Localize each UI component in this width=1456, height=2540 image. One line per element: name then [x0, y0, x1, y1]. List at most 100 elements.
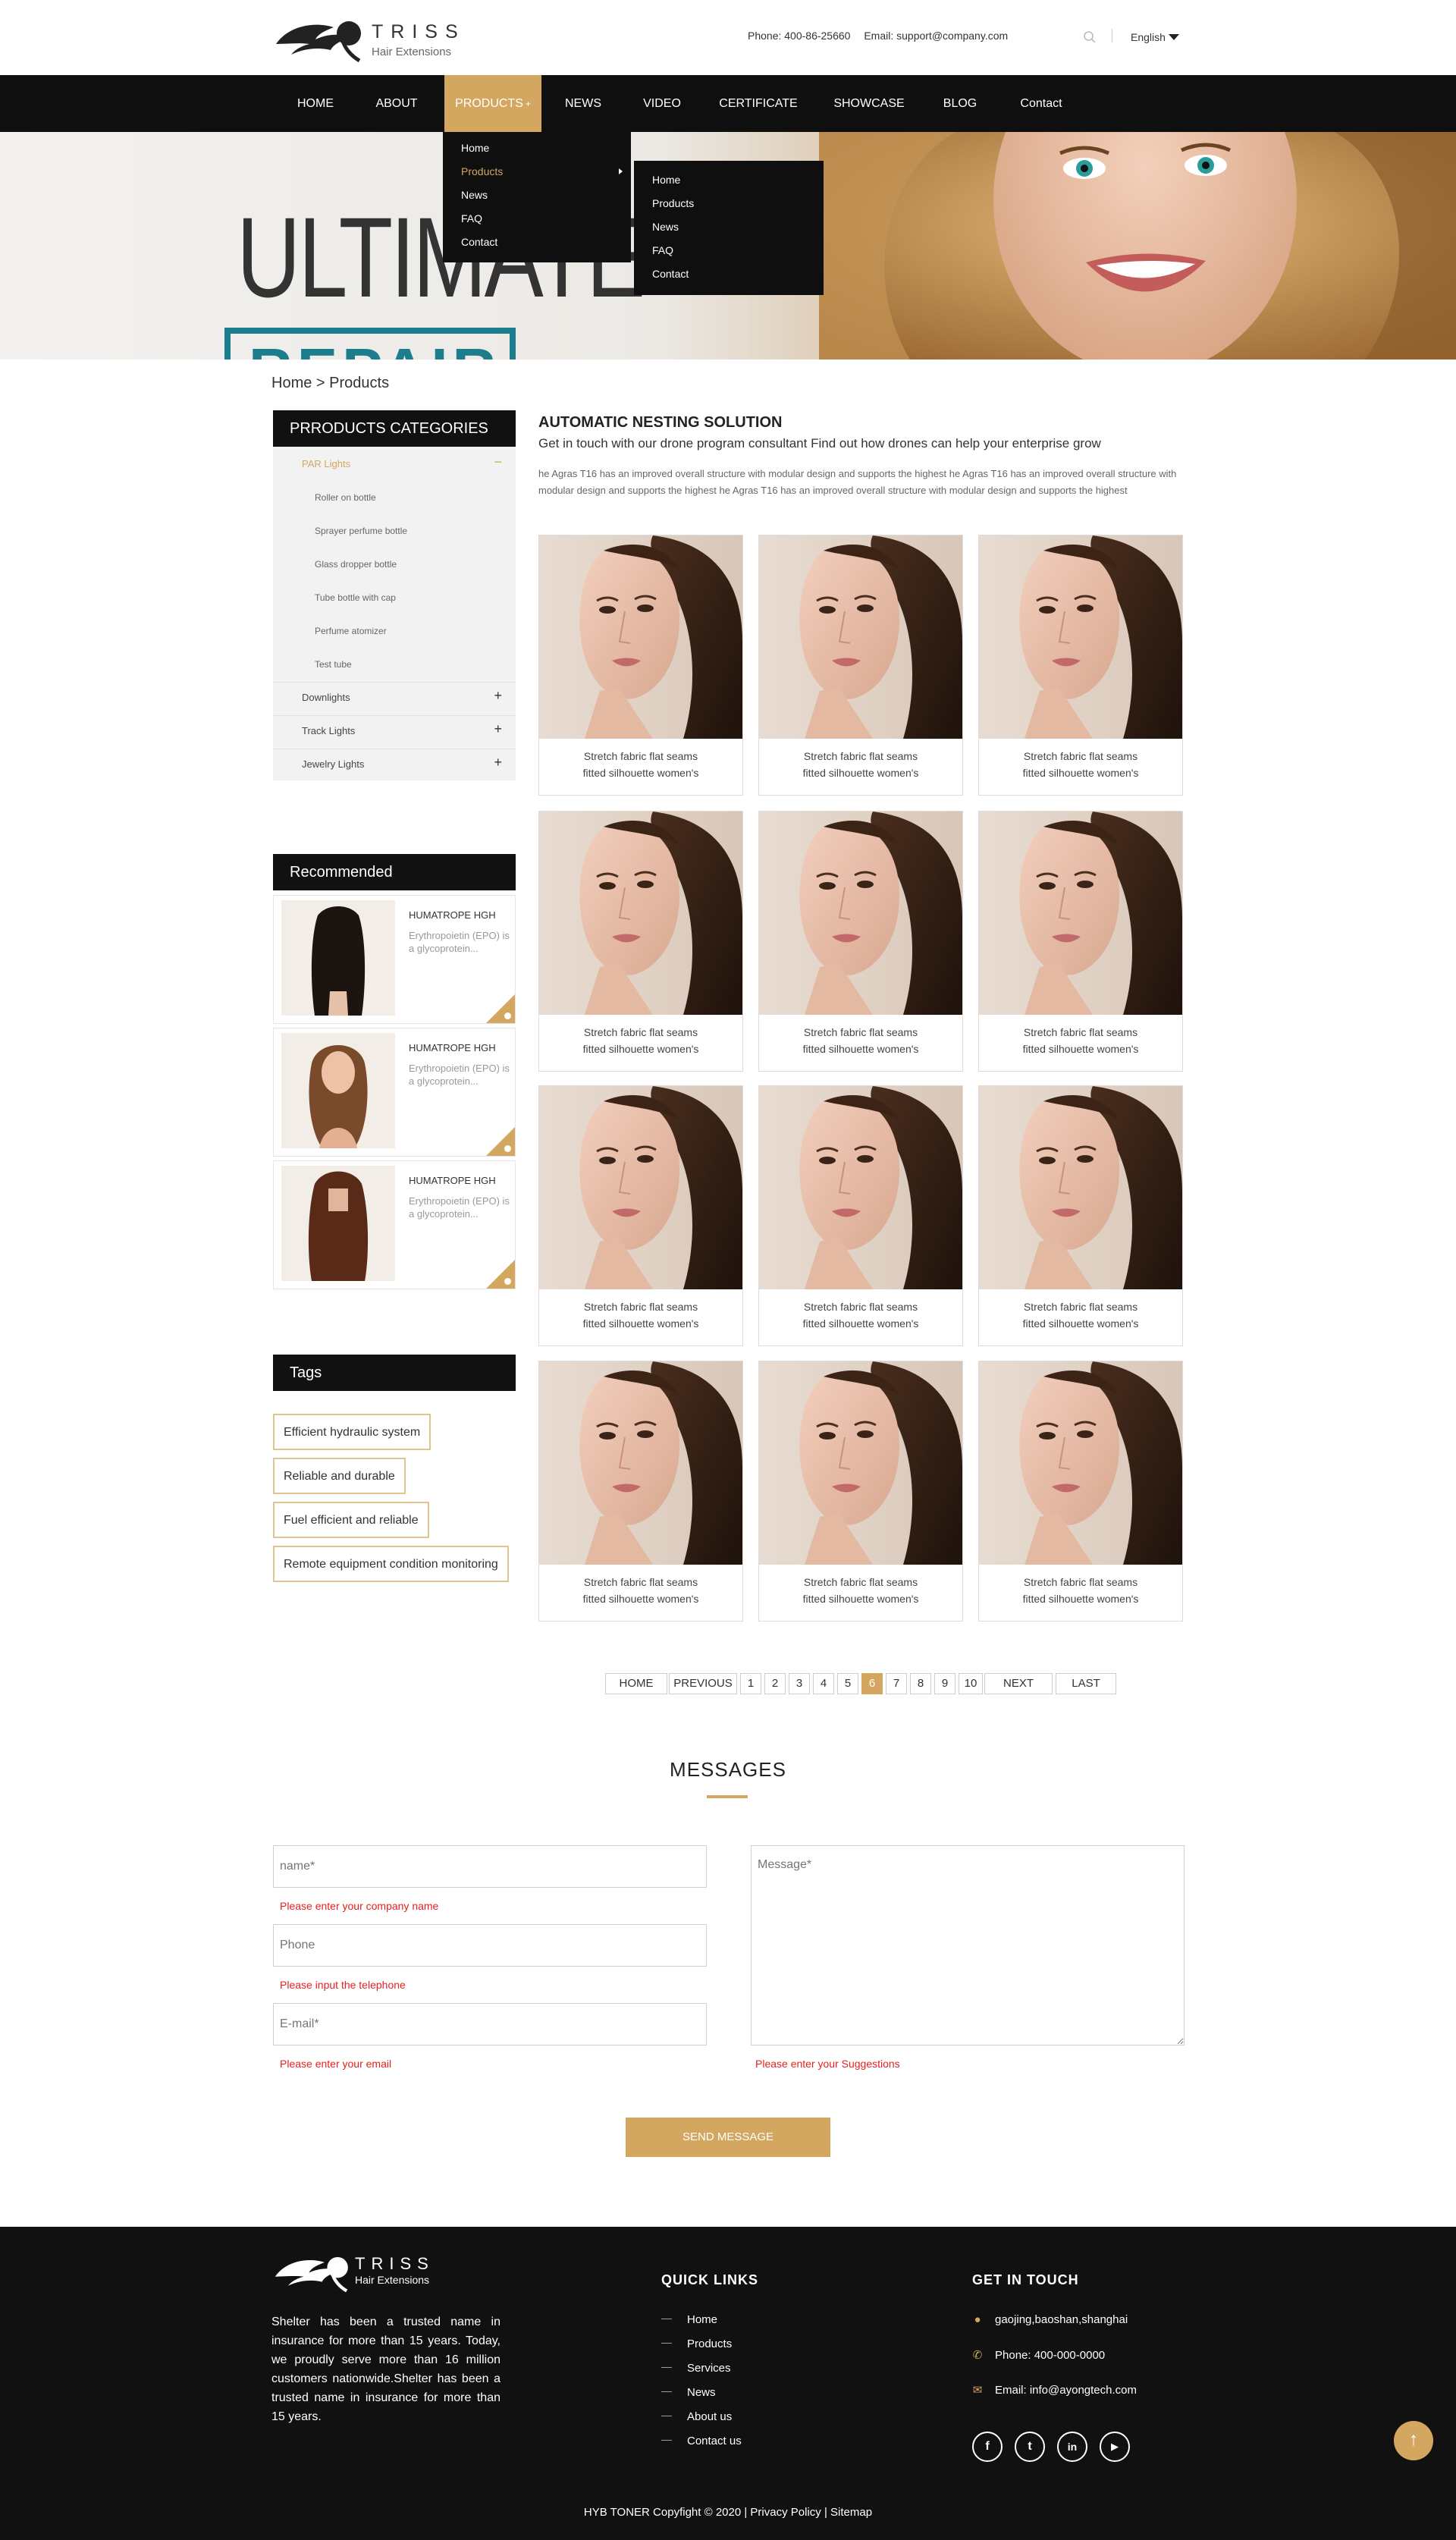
tag[interactable]: Fuel efficient and reliable [273, 1502, 429, 1538]
linkedin-icon[interactable]: in [1057, 2432, 1087, 2462]
dropdown-item-news[interactable]: News [461, 189, 488, 201]
plus-icon[interactable]: + [494, 688, 502, 704]
facebook-icon[interactable]: f [972, 2432, 1003, 2462]
product-card[interactable]: Stretch fabric flat seams fitted silhouet… [758, 811, 963, 1072]
breadcrumb[interactable]: Home > Products [271, 375, 389, 392]
logo[interactable]: TRISS Hair Extensions [273, 11, 458, 64]
logo-silhouette-icon [275, 2257, 348, 2293]
nav-home[interactable]: HOME [283, 75, 348, 132]
pagination-page[interactable]: 8 [910, 1673, 931, 1694]
subcategory-item[interactable]: Test tube [315, 659, 352, 670]
pagination-page[interactable]: 5 [837, 1673, 858, 1694]
pagination-page-current[interactable]: 6 [861, 1673, 883, 1694]
site-header: TRISS Hair Extensions Phone: 400-86-2566… [0, 0, 1456, 75]
plus-icon[interactable]: + [494, 721, 502, 737]
plus-icon[interactable]: + [494, 755, 502, 771]
category-downlights[interactable]: Downlights [302, 692, 350, 703]
pagination-page[interactable]: 1 [740, 1673, 761, 1694]
footer-link-contact[interactable]: Contact us [661, 2435, 742, 2447]
dropdown-item-products[interactable]: Products [461, 165, 503, 177]
nav-blog[interactable]: BLOG [930, 75, 990, 132]
footer-link-news[interactable]: News [661, 2386, 716, 2399]
search-icon[interactable] [1083, 30, 1097, 44]
product-caption-line: fitted silhouette women's [1022, 1593, 1139, 1605]
product-caption: Stretch fabric flat seams fitted silhouet… [979, 1298, 1182, 1332]
tag[interactable]: Reliable and durable [273, 1458, 406, 1494]
tag[interactable]: Remote equipment condition monitoring [273, 1546, 509, 1582]
category-jewelry-lights[interactable]: Jewelry Lights [302, 758, 364, 770]
nav-contact[interactable]: Contact [1009, 75, 1074, 132]
pagination-page[interactable]: 9 [934, 1673, 956, 1694]
submenu-item-home[interactable]: Home [652, 174, 680, 186]
category-track-lights[interactable]: Track Lights [302, 725, 355, 736]
recommended-card[interactable]: HUMATROPE HGH Erythropoietin (EPO) is a … [273, 895, 516, 1024]
product-card[interactable]: Stretch fabric flat seams fitted silhouet… [538, 811, 743, 1072]
dropdown-item-home[interactable]: Home [461, 142, 489, 154]
pagination-page[interactable]: 2 [764, 1673, 786, 1694]
pagination-home[interactable]: HOME [605, 1673, 667, 1694]
collapse-icon[interactable]: − [494, 454, 502, 470]
nav-about[interactable]: ABOUT [364, 75, 429, 132]
submenu-item-contact[interactable]: Contact [652, 268, 689, 280]
footer-brand: TRISS [355, 2254, 435, 2273]
pagination-previous[interactable]: PREVIOUS [669, 1673, 737, 1694]
tag[interactable]: Efficient hydraulic system [273, 1414, 431, 1450]
category-par-lights[interactable]: PAR Lights [302, 458, 350, 469]
subcategory-item[interactable]: Roller on bottle [315, 492, 376, 503]
product-card[interactable]: Stretch fabric flat seams fitted silhouet… [978, 811, 1183, 1072]
product-card[interactable]: Stretch fabric flat seams fitted silhouet… [538, 1361, 743, 1622]
pagination-last[interactable]: LAST [1056, 1673, 1116, 1694]
recommended-card[interactable]: HUMATROPE HGH Erythropoietin (EPO) is a … [273, 1028, 516, 1157]
pagination-page[interactable]: 7 [886, 1673, 907, 1694]
subcategory-item[interactable]: Tube bottle with cap [315, 592, 396, 603]
product-card[interactable]: Stretch fabric flat seams fitted silhouet… [978, 1361, 1183, 1622]
messages-title: MESSAGES [670, 1758, 786, 1781]
copyright: HYB TONER Copyfight © 2020 | Privacy Pol… [0, 2506, 1456, 2519]
pagination-page[interactable]: 3 [789, 1673, 810, 1694]
subcategory-item[interactable]: Perfume atomizer [315, 626, 387, 636]
pagination-page[interactable]: 10 [959, 1673, 983, 1694]
product-caption: Stretch fabric flat seams fitted silhouet… [539, 1298, 742, 1332]
product-card[interactable]: Stretch fabric flat seams fitted silhouet… [978, 1085, 1183, 1346]
footer-link-about[interactable]: About us [661, 2410, 732, 2423]
sitemap-link[interactable]: Sitemap [830, 2506, 872, 2519]
youtube-icon[interactable]: ▶ [1100, 2432, 1130, 2462]
footer-logo[interactable]: TRISS Hair Extensions [271, 2248, 446, 2294]
message-textarea[interactable] [751, 1845, 1185, 2046]
privacy-policy-link[interactable]: Privacy Policy [750, 2506, 821, 2519]
subcategory-item[interactable]: Glass dropper bottle [315, 559, 397, 570]
product-caption-line: Stretch fabric flat seams [803, 1026, 918, 1038]
product-card[interactable]: Stretch fabric flat seams fitted silhouet… [758, 535, 963, 796]
submenu-item-products[interactable]: Products [652, 197, 694, 209]
footer-link-products[interactable]: Products [661, 2337, 732, 2350]
product-card[interactable]: Stretch fabric flat seams fitted silhouet… [758, 1085, 963, 1346]
back-to-top-button[interactable]: ↑ [1394, 2421, 1433, 2460]
header-email: Email: support@company.com [864, 30, 1009, 42]
product-image [539, 1361, 742, 1565]
footer-link-services[interactable]: Services [661, 2362, 731, 2375]
pagination-next[interactable]: NEXT [984, 1673, 1053, 1694]
product-card[interactable]: Stretch fabric flat seams fitted silhouet… [978, 535, 1183, 796]
email-input[interactable] [273, 2003, 707, 2046]
name-input[interactable] [273, 1845, 707, 1888]
nav-video[interactable]: VIDEO [629, 75, 695, 132]
footer-link-home[interactable]: Home [661, 2313, 717, 2326]
send-message-button[interactable]: SEND MESSAGE [626, 2118, 830, 2157]
submenu-item-news[interactable]: News [652, 221, 679, 233]
nav-certificate[interactable]: CERTIFICATE [713, 75, 804, 132]
product-card[interactable]: Stretch fabric flat seams fitted silhouet… [538, 535, 743, 796]
dropdown-item-contact[interactable]: Contact [461, 236, 497, 248]
nav-products[interactable]: PRODUCTS + [444, 75, 541, 132]
submenu-item-faq[interactable]: FAQ [652, 244, 673, 256]
twitter-icon[interactable]: t [1015, 2432, 1045, 2462]
nav-news[interactable]: NEWS [551, 75, 616, 132]
phone-input[interactable] [273, 1924, 707, 1967]
nav-showcase[interactable]: SHOWCASE [824, 75, 915, 132]
product-card[interactable]: Stretch fabric flat seams fitted silhouet… [758, 1361, 963, 1622]
dropdown-item-faq[interactable]: FAQ [461, 212, 482, 224]
language-selector[interactable]: English [1131, 31, 1179, 43]
pagination-page[interactable]: 4 [813, 1673, 834, 1694]
recommended-card[interactable]: HUMATROPE HGH Erythropoietin (EPO) is a … [273, 1160, 516, 1289]
product-card[interactable]: Stretch fabric flat seams fitted silhouet… [538, 1085, 743, 1346]
subcategory-item[interactable]: Sprayer perfume bottle [315, 526, 407, 536]
